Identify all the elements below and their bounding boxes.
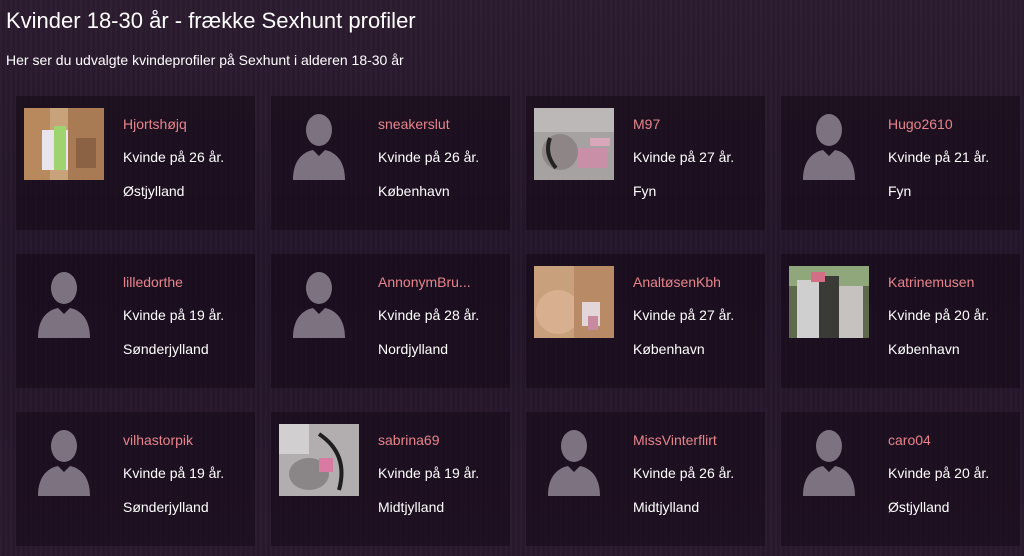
profile-photo[interactable] xyxy=(279,424,359,496)
default-avatar-icon[interactable] xyxy=(24,424,104,496)
profile-location: København xyxy=(633,341,705,357)
profile-photo[interactable] xyxy=(534,266,614,338)
profile-card[interactable]: Hjortshøjq Kvinde på 26 år. Østjylland xyxy=(16,96,255,230)
profile-location: Midtjylland xyxy=(378,499,445,515)
page-subtitle: Her ser du udvalgte kvindeprofiler på Se… xyxy=(6,52,404,68)
profile-location: Østjylland xyxy=(888,499,950,515)
profile-age: Kvinde på 21 år. xyxy=(888,149,990,165)
profile-username[interactable]: lilledorthe xyxy=(123,274,224,292)
page-title: Kvinder 18-30 år - frække Sexhunt profil… xyxy=(6,8,416,33)
profile-location: Sønderjylland xyxy=(123,341,209,357)
profile-location: Fyn xyxy=(633,183,657,199)
profile-username[interactable]: Hugo2610 xyxy=(888,116,989,134)
profile-card[interactable]: M97 Kvinde på 27 år. Fyn xyxy=(526,96,765,230)
profile-age: Kvinde på 28 år. xyxy=(378,307,480,323)
default-avatar-icon[interactable] xyxy=(279,108,359,180)
profile-age: Kvinde på 26 år. xyxy=(123,149,225,165)
profile-location: Midtjylland xyxy=(633,499,700,515)
profile-card[interactable]: lilledorthe Kvinde på 19 år. Sønderjylla… xyxy=(16,254,255,388)
profile-username[interactable]: caro04 xyxy=(888,432,989,450)
profile-card[interactable]: sneakerslut Kvinde på 26 år. København xyxy=(271,96,510,230)
profile-username[interactable]: AnaltøsenKbh xyxy=(633,274,734,292)
profile-username[interactable]: vilhastorpik xyxy=(123,432,224,450)
default-avatar-icon[interactable] xyxy=(24,266,104,338)
profile-age: Kvinde på 20 år. xyxy=(888,307,990,323)
profile-location: Sønderjylland xyxy=(123,499,209,515)
profile-age: Kvinde på 27 år. xyxy=(633,149,735,165)
profile-photo[interactable] xyxy=(789,266,869,338)
default-avatar-icon[interactable] xyxy=(789,108,869,180)
profile-card[interactable]: Hugo2610 Kvinde på 21 år. Fyn xyxy=(781,96,1020,230)
profile-age: Kvinde på 26 år. xyxy=(633,465,735,481)
profile-username[interactable]: M97 xyxy=(633,116,734,134)
profile-username[interactable]: Katrinemusen xyxy=(888,274,989,292)
default-avatar-icon[interactable] xyxy=(279,266,359,338)
profile-age: Kvinde på 26 år. xyxy=(378,149,480,165)
profile-username[interactable]: sabrina69 xyxy=(378,432,479,450)
profile-age: Kvinde på 19 år. xyxy=(378,465,480,481)
profile-username[interactable]: AnnonymBru... xyxy=(378,274,479,292)
profile-location: København xyxy=(378,183,450,199)
profile-grid: Hjortshøjq Kvinde på 26 år. Østjylland s… xyxy=(16,96,1020,546)
profile-card[interactable]: vilhastorpik Kvinde på 19 år. Sønderjyll… xyxy=(16,412,255,546)
profile-card[interactable]: AnaltøsenKbh Kvinde på 27 år. København xyxy=(526,254,765,388)
profile-username[interactable]: MissVinterflirt xyxy=(633,432,734,450)
profile-age: Kvinde på 19 år. xyxy=(123,307,225,323)
profile-username[interactable]: sneakerslut xyxy=(378,116,479,134)
profile-location: Fyn xyxy=(888,183,912,199)
profile-location: Østjylland xyxy=(123,183,185,199)
profile-card[interactable]: caro04 Kvinde på 20 år. Østjylland xyxy=(781,412,1020,546)
default-avatar-icon[interactable] xyxy=(789,424,869,496)
profile-card[interactable]: AnnonymBru... Kvinde på 28 år. Nordjylla… xyxy=(271,254,510,388)
profile-username[interactable]: Hjortshøjq xyxy=(123,116,224,134)
profile-photo[interactable] xyxy=(534,108,614,180)
profile-photo[interactable] xyxy=(24,108,104,180)
profile-card[interactable]: sabrina69 Kvinde på 19 år. Midtjylland xyxy=(271,412,510,546)
profile-card[interactable]: MissVinterflirt Kvinde på 26 år. Midtjyl… xyxy=(526,412,765,546)
profile-location: Nordjylland xyxy=(378,341,449,357)
profile-age: Kvinde på 27 år. xyxy=(633,307,735,323)
profile-age: Kvinde på 20 år. xyxy=(888,465,990,481)
profile-age: Kvinde på 19 år. xyxy=(123,465,225,481)
profile-card[interactable]: Katrinemusen Kvinde på 20 år. København xyxy=(781,254,1020,388)
profile-location: København xyxy=(888,341,960,357)
default-avatar-icon[interactable] xyxy=(534,424,614,496)
